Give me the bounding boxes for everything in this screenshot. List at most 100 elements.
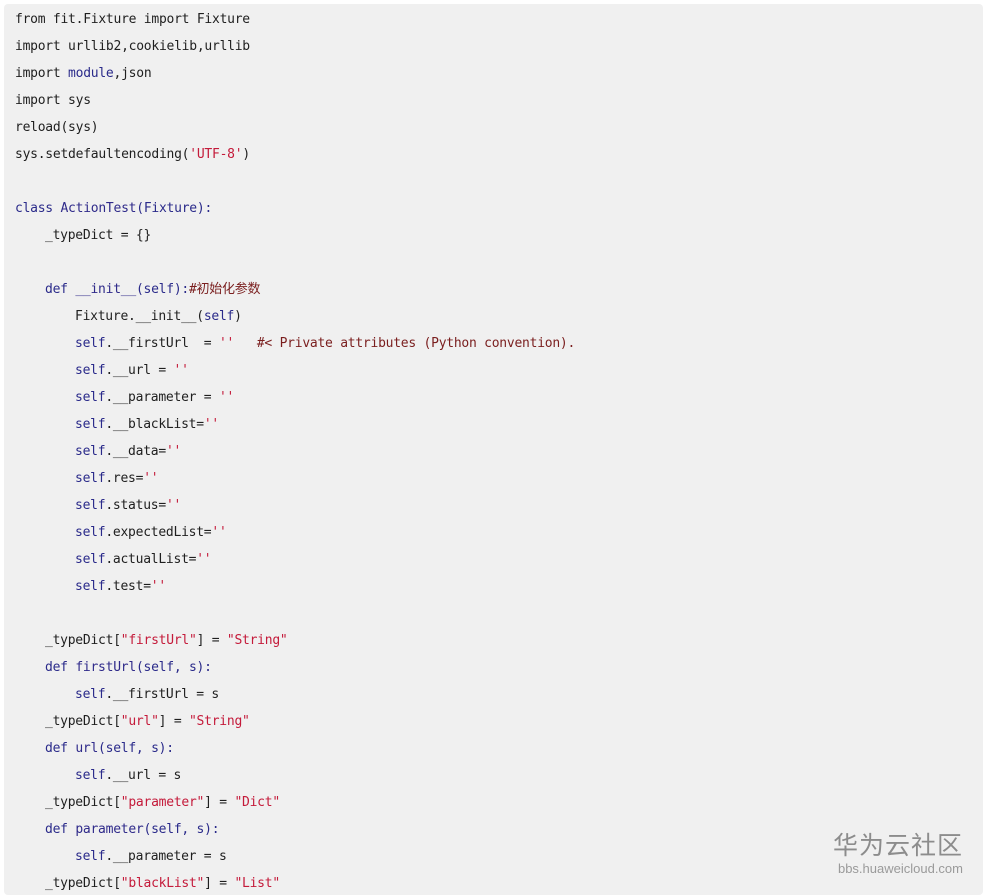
code-token: (Fixture): [136,201,213,216]
code-token: "String" [226,633,288,648]
code-token: def [45,282,76,297]
code-block: from fit.Fixture import Fixture import ur… [4,4,983,895]
code-token: self [75,390,106,405]
code-line: def url(self, s): [45,739,174,759]
code-token: self [75,768,106,783]
code-token: .__blackList= [105,417,204,432]
code-token: firstUrl [75,660,136,675]
code-token: "String" [188,714,250,729]
code-token: parameter [75,822,144,837]
code-token: "firstUrl" [120,633,197,648]
code-token: self [75,417,106,432]
code-token: '' [143,471,159,486]
code-token: import [15,66,69,81]
code-token: self [75,687,106,702]
code-line: self.__firstUrl = s [75,685,219,705]
code-line: reload(sys) [15,118,99,138]
code-token: (self, s): [143,822,220,837]
code-token: .__parameter = [105,390,219,405]
code-token: self [75,849,106,864]
code-token: def [45,741,76,756]
code-token: def [45,660,76,675]
code-token: .__parameter = s [105,849,227,864]
code-token: ] = [158,714,189,729]
watermark-url: bbs.huaweicloud.com [837,861,963,876]
code-token: '' [165,444,182,459]
code-line: class ActionTest(Fixture): [15,199,212,219]
code-token: "Dict" [234,795,280,810]
code-line: self.__data='' [75,442,181,462]
code-token: _typeDict[ [45,633,121,648]
code-line: def parameter(self, s): [45,820,220,840]
code-token: from fit.Fixture import Fixture [15,12,250,27]
code-token: .__url = [105,363,174,378]
code-token: .expectedList= [105,525,212,540]
code-line: import module,json [15,64,152,84]
code-token: "url" [120,714,159,729]
code-token: ) [234,309,242,324]
code-line: def firstUrl(self, s): [45,658,212,678]
watermark-title: 华为云社区 [832,831,963,860]
code-line: _typeDict["url"] = "String" [45,712,250,732]
code-token: (self, s): [98,741,174,756]
code-token: _typeDict[ [45,876,121,891]
code-token: self [75,579,106,594]
code-token: self [203,309,235,324]
code-line: self.__firstUrl = '' #< Private attribut… [75,334,575,354]
code-token: reload(sys) [15,120,99,135]
code-line: import sys [15,91,91,111]
code-token: self [75,444,106,459]
code-line: sys.setdefaultencoding('UTF-8') [15,145,250,165]
code-line: self.status='' [75,496,181,516]
code-line: def __init__(self):#初始化参数 [45,280,261,300]
code-line: self.expectedList='' [75,523,227,543]
code-token: ) [242,147,250,162]
code-line: from fit.Fixture import Fixture [15,10,250,30]
code-token: '' [211,525,227,540]
code-token: #初始化参数 [188,282,261,297]
code-token: ActionTest [60,201,137,216]
code-token: module [68,66,114,81]
code-token: '' [165,498,182,513]
code-token: self [75,363,106,378]
code-token: '' [150,579,166,594]
code-line: _typeDict["parameter"] = "Dict" [45,793,280,813]
code-token: (self, s): [135,660,212,675]
code-token: _typeDict[ [45,795,121,810]
code-token: import sys [15,93,91,108]
code-token: self [75,336,106,351]
code-token: self [75,498,106,513]
code-token: ] = [196,633,227,648]
code-token: sys.setdefaultencoding( [15,147,190,162]
code-token: .test= [105,579,151,594]
code-token: url [75,741,99,756]
code-line: self.__blackList='' [75,415,219,435]
code-token: 'UTF-8' [189,147,243,162]
code-token: '' [218,336,235,351]
code-line: self.__parameter = '' [75,388,234,408]
code-token: def [45,822,76,837]
code-token: .__data= [105,444,166,459]
code-token: '' [173,363,189,378]
code-token: "List" [234,876,280,891]
code-line: self.test='' [75,577,166,597]
code-token: '' [196,552,212,567]
code-line: self.__url = s [75,766,181,786]
code-token: .status= [105,498,166,513]
code-line: _typeDict["firstUrl"] = "String" [45,631,288,651]
code-line: self.__url = '' [75,361,189,381]
code-token: "blackList" [120,876,205,891]
code-token: '' [218,390,235,405]
code-token: self [75,471,106,486]
code-token: .actualList= [105,552,197,567]
code-line: self.__parameter = s [75,847,227,867]
code-token: self [75,525,106,540]
code-token: import urllib2,cookielib,urllib [15,39,250,54]
code-token: _typeDict = {} [45,228,152,243]
watermark: 华为云社区 bbs.huaweicloud.com [833,831,963,877]
code-token: "parameter" [120,795,205,810]
code-token: ] = [204,795,235,810]
code-token: ,json [113,66,152,81]
code-token: (self): [135,282,189,297]
code-token: .__firstUrl = [105,336,219,351]
